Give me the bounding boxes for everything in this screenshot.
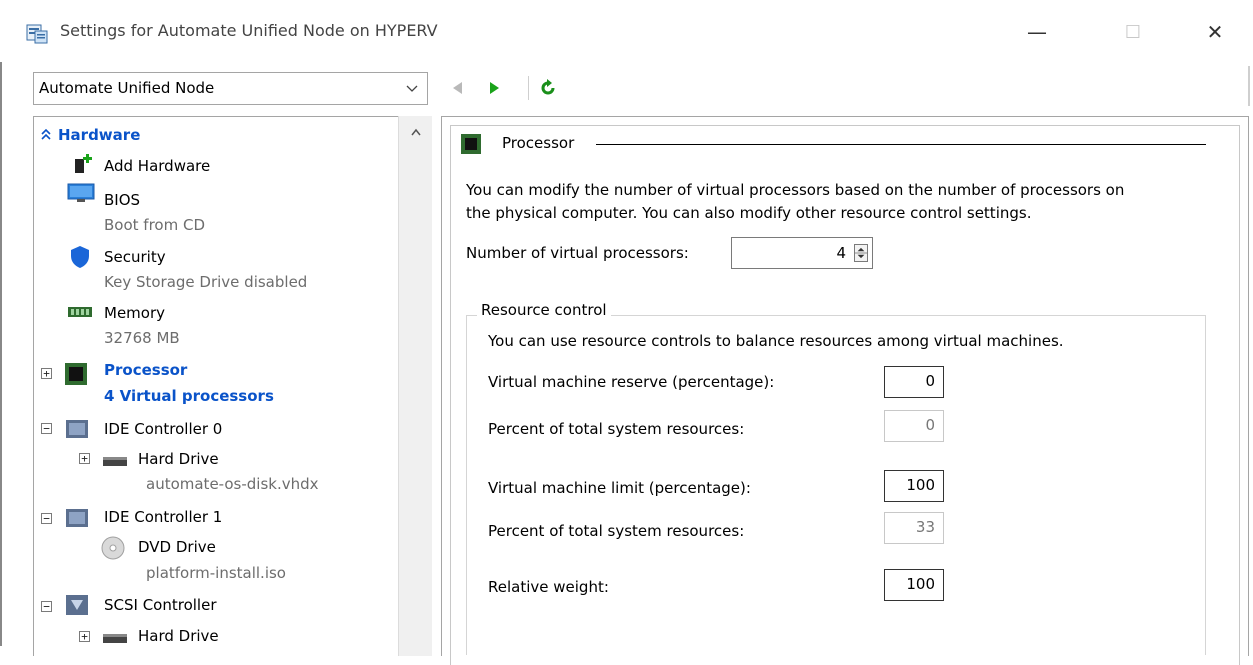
tree-item-processor[interactable]: Processor <box>104 361 187 379</box>
limit-percent-total-label: Percent of total system resources: <box>488 522 745 540</box>
processor-chip-icon <box>65 363 87 385</box>
tree-header-hardware[interactable]: Hardware <box>58 126 140 144</box>
num-virtual-processors-stepper[interactable]: 4 <box>731 237 873 269</box>
refresh-icon[interactable] <box>538 78 558 98</box>
num-virtual-processors-label: Number of virtual processors: <box>466 244 689 262</box>
section-title-processor: Processor <box>502 134 575 152</box>
tree-item-security-sub: Key Storage Drive disabled <box>104 273 308 291</box>
tree-item-hard-drive-2[interactable]: Hard Drive <box>138 627 219 645</box>
reserve-percent-total-value: 0 <box>884 410 944 442</box>
tree-item-ide-controller-1[interactable]: IDE Controller 1 <box>104 508 222 526</box>
processor-chip-icon <box>461 134 481 154</box>
back-arrow-icon[interactable] <box>450 80 464 96</box>
tree-item-bios[interactable]: BIOS <box>104 191 140 209</box>
chevron-down-icon <box>406 85 418 92</box>
relative-weight-input[interactable]: 100 <box>884 569 944 601</box>
tree-item-dvd-drive-sub: platform-install.iso <box>146 564 286 582</box>
toolbar-separator <box>528 76 529 100</box>
minimize-button[interactable]: — <box>1014 14 1060 50</box>
vm-reserve-label: Virtual machine reserve (percentage): <box>488 373 775 391</box>
tree-item-bios-sub: Boot from CD <box>104 216 205 234</box>
tree-item-memory[interactable]: Memory <box>104 304 165 322</box>
ide-controller-icon <box>66 420 88 438</box>
shield-icon <box>71 246 89 268</box>
tree-item-memory-sub: 32768 MB <box>104 329 180 347</box>
maximize-button[interactable]: ☐ <box>1110 14 1156 50</box>
add-hardware-icon <box>75 154 92 173</box>
expand-hard-drive-toggle[interactable]: + <box>79 453 90 464</box>
tree-item-ide-controller-0[interactable]: IDE Controller 0 <box>104 420 222 438</box>
vm-limit-label: Virtual machine limit (percentage): <box>488 479 751 497</box>
close-button[interactable]: ✕ <box>1192 14 1238 50</box>
relative-weight-label: Relative weight: <box>488 578 609 596</box>
collapse-ide1-toggle[interactable]: − <box>41 513 52 524</box>
resource-control-title: Resource control <box>477 301 611 319</box>
window-left-edge <box>0 0 2 646</box>
reserve-percent-total-label: Percent of total system resources: <box>488 420 745 438</box>
tree-item-dvd-drive[interactable]: DVD Drive <box>138 538 216 556</box>
forward-arrow-icon[interactable] <box>488 80 502 96</box>
scsi-controller-icon <box>66 595 88 615</box>
vm-reserve-input[interactable]: 0 <box>884 366 944 398</box>
vm-limit-input[interactable]: 100 <box>884 470 944 502</box>
title-bar: Settings for Automate Unified Node on HY… <box>0 0 1253 62</box>
tree-item-hard-drive[interactable]: Hard Drive <box>138 450 219 468</box>
toolbar-right-edge <box>1248 66 1250 106</box>
expand-processor-toggle[interactable]: + <box>41 368 52 379</box>
tree-item-processor-sub: 4 Virtual processors <box>104 387 274 405</box>
collapse-ide0-toggle[interactable]: − <box>41 423 52 434</box>
expand-hard-drive-2-toggle[interactable]: + <box>79 631 90 642</box>
collapse-double-chevron-icon[interactable] <box>40 127 52 141</box>
scroll-up-icon[interactable] <box>409 126 423 138</box>
hardware-tree: Hardware Add Hardware BIOS Boot from CD … <box>33 116 432 656</box>
processor-description-line2: the physical computer. You can also modi… <box>466 204 1032 222</box>
section-divider <box>596 144 1206 145</box>
window-title: Settings for Automate Unified Node on HY… <box>60 21 438 40</box>
limit-percent-total-value: 33 <box>884 512 944 544</box>
dvd-disc-icon <box>101 536 125 560</box>
tree-item-add-hardware[interactable]: Add Hardware <box>104 157 210 175</box>
ide-controller-icon <box>66 509 88 527</box>
vm-select-dropdown[interactable]: Automate Unified Node <box>33 72 428 105</box>
memory-chip-icon <box>68 307 92 317</box>
hard-drive-icon <box>103 634 127 643</box>
vm-select-value: Automate Unified Node <box>39 79 215 97</box>
tree-item-scsi-controller[interactable]: SCSI Controller <box>104 596 217 614</box>
processor-description-line1: You can modify the number of virtual pro… <box>466 181 1125 199</box>
hard-drive-icon <box>103 457 127 466</box>
spin-up-down-icon[interactable] <box>854 244 868 262</box>
tree-item-security[interactable]: Security <box>104 248 166 266</box>
collapse-scsi-toggle[interactable]: − <box>41 601 52 612</box>
settings-app-icon <box>26 24 48 44</box>
bios-monitor-icon <box>67 183 95 202</box>
num-virtual-processors-value[interactable]: 4 <box>836 244 846 262</box>
tree-item-hard-drive-sub: automate-os-disk.vhdx <box>146 475 319 493</box>
resource-control-description: You can use resource controls to balance… <box>488 332 1064 350</box>
tree-scrollbar[interactable] <box>398 116 432 656</box>
